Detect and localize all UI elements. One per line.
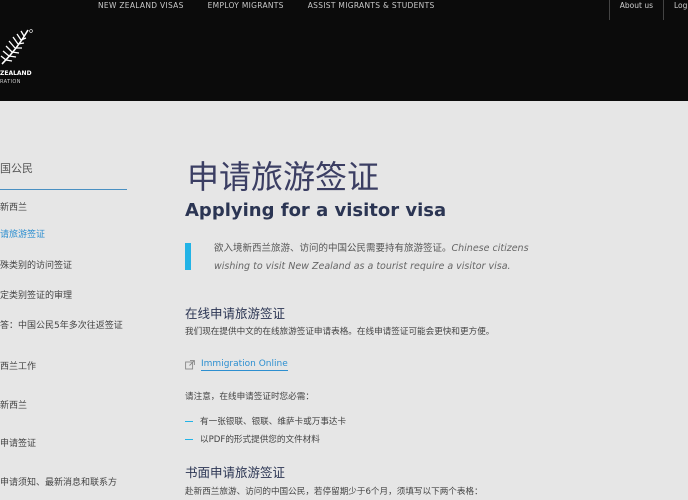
about-us-link[interactable]: About us — [608, 0, 663, 20]
utility-nav: About us Login — [608, 0, 688, 20]
main-nav: NEW ZEALAND VISAS EMPLOY MIGRANTS ASSIST… — [98, 0, 459, 20]
sidebar-item[interactable]: 新西兰 — [0, 200, 27, 213]
sidebar-item[interactable]: 殊类别的访问签证 — [0, 258, 72, 271]
sidebar: 国公民 — [0, 160, 127, 190]
sidebar-item[interactable]: 新西兰 — [0, 398, 27, 411]
login-link[interactable]: Login — [663, 0, 688, 20]
bullet-dash-icon — [185, 438, 193, 441]
sidebar-item[interactable]: 申请须知、最新消息和联系方 — [0, 475, 117, 488]
paper-section-text: 赴新西兰旅游、访问的中国公民，若停留期少于6个月，须填写以下两个表格： — [185, 487, 483, 497]
site-header: NEW ZEALAND VISAS EMPLOY MIGRANTS ASSIST… — [0, 0, 688, 101]
nav-employ-migrants[interactable]: EMPLOY MIGRANTS — [208, 0, 284, 20]
sidebar-item-active[interactable]: 请旅游签证 — [0, 227, 45, 240]
logo-wordmark: ZEALAND RATION — [0, 70, 32, 85]
online-section-text: 我们现在提供中文的在线旅游签证申请表格。在线申请签证可能会更快和更方便。 — [185, 327, 495, 337]
sidebar-heading[interactable]: 国公民 — [0, 160, 127, 190]
immigration-online-link[interactable]: Immigration Online — [201, 358, 288, 371]
sidebar-item[interactable]: 定类别签证的审理 — [0, 288, 72, 301]
external-link-icon — [185, 359, 195, 369]
sidebar-item[interactable]: 答：中国公民5年多次往返签证 — [0, 318, 123, 331]
nav-new-zealand-visas[interactable]: NEW ZEALAND VISAS — [98, 0, 184, 20]
intro-text: 欲入境新西兰旅游、访问的中国公民需要持有旅游签证。Chinese citizen… — [214, 240, 564, 276]
online-section-heading: 在线申请旅游签证 — [185, 306, 286, 321]
intro-accent-bar — [185, 243, 191, 270]
sidebar-item[interactable]: 申请签证 — [0, 436, 36, 449]
list-item: 有一张银联、银联、维萨卡或万事达卡 — [185, 415, 346, 427]
fern-logo-icon[interactable] — [0, 26, 34, 66]
page-title-chinese: 申请旅游签证 — [187, 158, 380, 196]
nav-assist-migrants-students[interactable]: ASSIST MIGRANTS & STUDENTS — [308, 0, 435, 20]
paper-section-heading: 书面申请旅游签证 — [185, 465, 286, 480]
note-text: 请注意，在线申请签证时您必需： — [185, 392, 314, 402]
immigration-online-link-row: Immigration Online — [185, 358, 288, 371]
list-item: 以PDF的形式提供您的文件材料 — [185, 433, 320, 445]
intro-text-chinese: 欲入境新西兰旅游、访问的中国公民需要持有旅游签证。 — [214, 243, 452, 254]
bullet-dash-icon — [185, 420, 193, 423]
page-title-english: Applying for a visitor visa — [185, 200, 447, 221]
sidebar-item[interactable]: 西兰工作 — [0, 359, 36, 372]
